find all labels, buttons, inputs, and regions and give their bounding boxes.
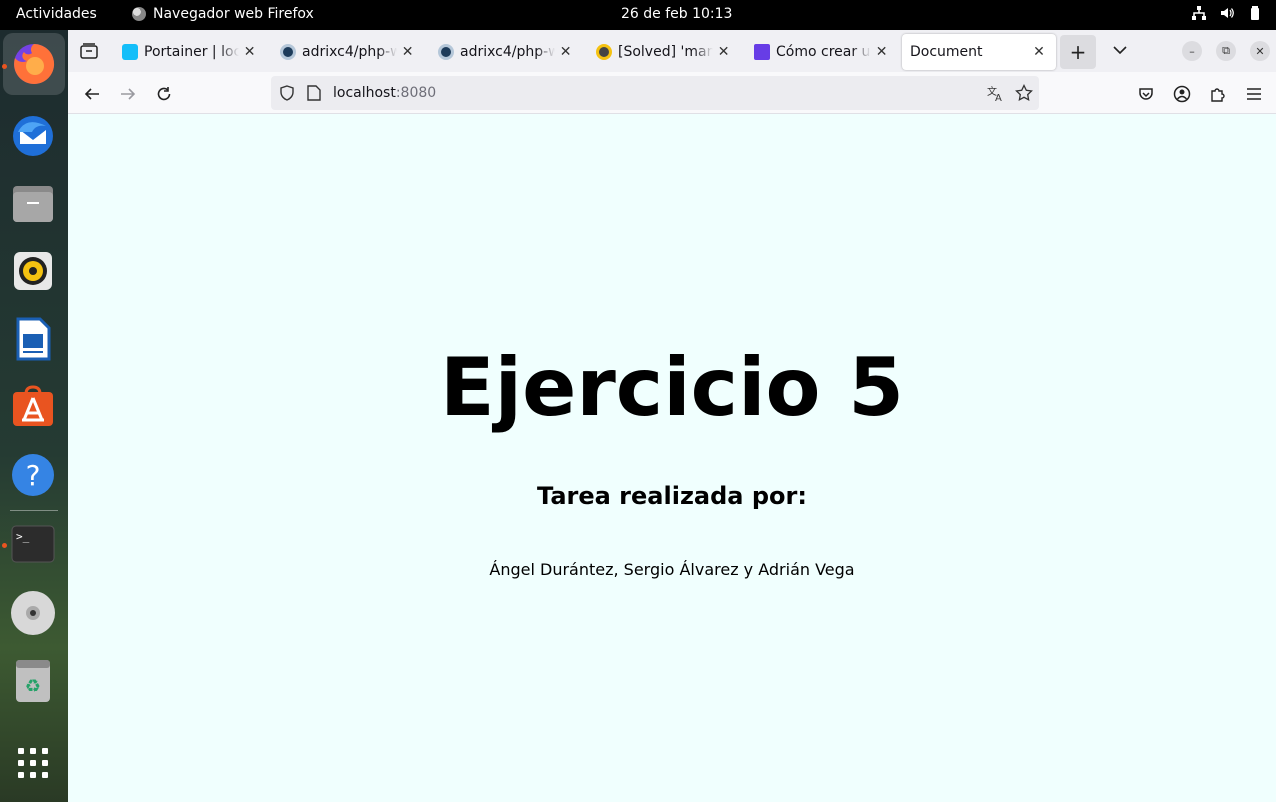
- app-menu[interactable]: Navegador web Firefox: [132, 6, 314, 22]
- docker-favicon-icon: [280, 44, 296, 60]
- software-store-icon: [13, 385, 53, 426]
- system-top-bar: Actividades Navegador web Firefox 26 de …: [0, 0, 1276, 30]
- tab-hostinger[interactable]: Cómo crear un ✕: [746, 34, 896, 70]
- running-indicator: [2, 64, 7, 69]
- system-tray[interactable]: [1192, 6, 1262, 20]
- dock-show-apps[interactable]: [10, 740, 56, 786]
- url-host[interactable]: localhost: [333, 85, 396, 101]
- firefox-window: Portainer | localhost ✕ adrixc4/php-web …: [68, 30, 1276, 802]
- trash-icon: ♻: [16, 660, 50, 702]
- dock: ? >_ ♻: [0, 30, 68, 802]
- tab-docker-2[interactable]: adrixc4/php-web ✕: [430, 34, 580, 70]
- hostinger-favicon-icon: [754, 44, 770, 60]
- restore-button[interactable]: ⧉: [1216, 41, 1236, 61]
- url-bar[interactable]: localhost:8080 文A: [271, 76, 1039, 110]
- tab-title: [Solved] 'manifest: [618, 44, 714, 60]
- tab-portainer[interactable]: Portainer | localhost ✕: [114, 34, 264, 70]
- reload-button[interactable]: [152, 82, 176, 106]
- dock-separator: [10, 510, 58, 511]
- app-name-label: Navegador web Firefox: [153, 6, 314, 22]
- hamburger-menu-icon: [1247, 88, 1261, 100]
- running-indicator: [2, 543, 7, 548]
- tab-title: Portainer | localhost: [144, 44, 240, 60]
- tab-title: Cómo crear un: [776, 44, 872, 60]
- dock-trash[interactable]: ♻: [10, 658, 56, 704]
- close-tab-icon[interactable]: ✕: [559, 44, 572, 60]
- tab-title: adrixc4/php-web: [460, 44, 556, 60]
- puzzle-icon: [1211, 88, 1225, 102]
- svg-text:A: A: [995, 93, 1002, 102]
- tab-title: Document: [910, 44, 983, 60]
- svg-text:♻: ♻: [25, 676, 41, 697]
- dock-thunderbird[interactable]: [10, 112, 56, 158]
- tab-solved[interactable]: [Solved] 'manifest ✕: [588, 34, 738, 70]
- pocket-button[interactable]: [1134, 82, 1158, 106]
- forward-arrow-icon: [121, 88, 136, 100]
- dock-software[interactable]: [10, 384, 56, 430]
- authors-text: Ángel Durántez, Sergio Álvarez y Adrián …: [489, 560, 855, 579]
- translate-icon[interactable]: 文A: [987, 84, 1005, 102]
- extensions-button[interactable]: [1206, 82, 1230, 106]
- firefox-mini-icon: [132, 7, 146, 21]
- close-window-button[interactable]: ✕: [1250, 41, 1270, 61]
- terminal-icon: >_: [11, 525, 55, 563]
- clock[interactable]: 26 de feb 10:13: [621, 6, 732, 22]
- dock-firefox[interactable]: [3, 33, 65, 95]
- linux-favicon-icon: [596, 44, 612, 60]
- navigation-toolbar: localhost:8080 文A: [68, 72, 1276, 114]
- list-all-tabs-button[interactable]: [1108, 38, 1132, 62]
- account-button[interactable]: [1170, 82, 1194, 106]
- dock-help[interactable]: ?: [10, 452, 56, 498]
- dock-dvd[interactable]: [10, 590, 56, 636]
- dock-rhythmbox[interactable]: [10, 248, 56, 294]
- back-arrow-icon: [84, 88, 99, 100]
- shield-icon[interactable]: [279, 85, 297, 101]
- svg-text:?: ?: [26, 459, 41, 492]
- bookmark-star-icon[interactable]: [1015, 84, 1033, 102]
- page-info-icon[interactable]: [307, 85, 325, 101]
- url-port[interactable]: :8080: [396, 85, 436, 101]
- writer-icon: [16, 317, 51, 361]
- back-button[interactable]: [80, 82, 104, 106]
- files-icon: [13, 186, 53, 222]
- pocket-icon: [1139, 88, 1153, 100]
- show-apps-icon: [18, 748, 48, 778]
- docker-favicon-icon: [438, 44, 454, 60]
- tab-overview-button[interactable]: [78, 40, 100, 62]
- dock-terminal[interactable]: >_: [10, 522, 56, 568]
- activities-button[interactable]: Actividades: [16, 6, 97, 22]
- minimize-button[interactable]: –: [1182, 41, 1202, 61]
- battery-icon[interactable]: [1248, 6, 1262, 20]
- tab-docker-1[interactable]: adrixc4/php-web ✕: [272, 34, 422, 70]
- reload-icon: [157, 87, 171, 101]
- tab-title: adrixc4/php-web: [302, 44, 398, 60]
- close-tab-icon[interactable]: ✕: [401, 44, 414, 60]
- tab-overview-icon: [80, 43, 98, 59]
- help-icon: ?: [12, 454, 54, 496]
- close-tab-icon[interactable]: ✕: [717, 44, 730, 60]
- chevron-down-icon: [1113, 46, 1127, 55]
- close-tab-icon[interactable]: ✕: [1032, 44, 1046, 60]
- tab-document[interactable]: Document ✕: [902, 34, 1056, 70]
- thunderbird-icon: [13, 116, 53, 156]
- page-subheading: Tarea realizada por:: [537, 482, 807, 510]
- page-heading: Ejercicio 5: [440, 341, 904, 434]
- menu-button[interactable]: [1242, 82, 1266, 106]
- page-content: Ejercicio 5 Tarea realizada por: Ángel D…: [68, 114, 1276, 802]
- rhythmbox-icon: [14, 252, 52, 290]
- dvd-icon: [11, 591, 55, 635]
- volume-icon[interactable]: [1220, 6, 1234, 20]
- close-tab-icon[interactable]: ✕: [243, 44, 256, 60]
- account-icon: [1173, 85, 1191, 103]
- close-tab-icon[interactable]: ✕: [875, 44, 888, 60]
- firefox-icon: [14, 43, 55, 84]
- dock-files[interactable]: [10, 180, 56, 226]
- network-icon[interactable]: [1192, 6, 1206, 20]
- portainer-favicon-icon: [122, 44, 138, 60]
- new-tab-button[interactable]: +: [1060, 35, 1096, 69]
- forward-button[interactable]: [116, 82, 140, 106]
- tab-strip: Portainer | localhost ✕ adrixc4/php-web …: [68, 30, 1276, 72]
- dock-writer[interactable]: [10, 316, 56, 362]
- svg-text:>_: >_: [16, 530, 30, 543]
